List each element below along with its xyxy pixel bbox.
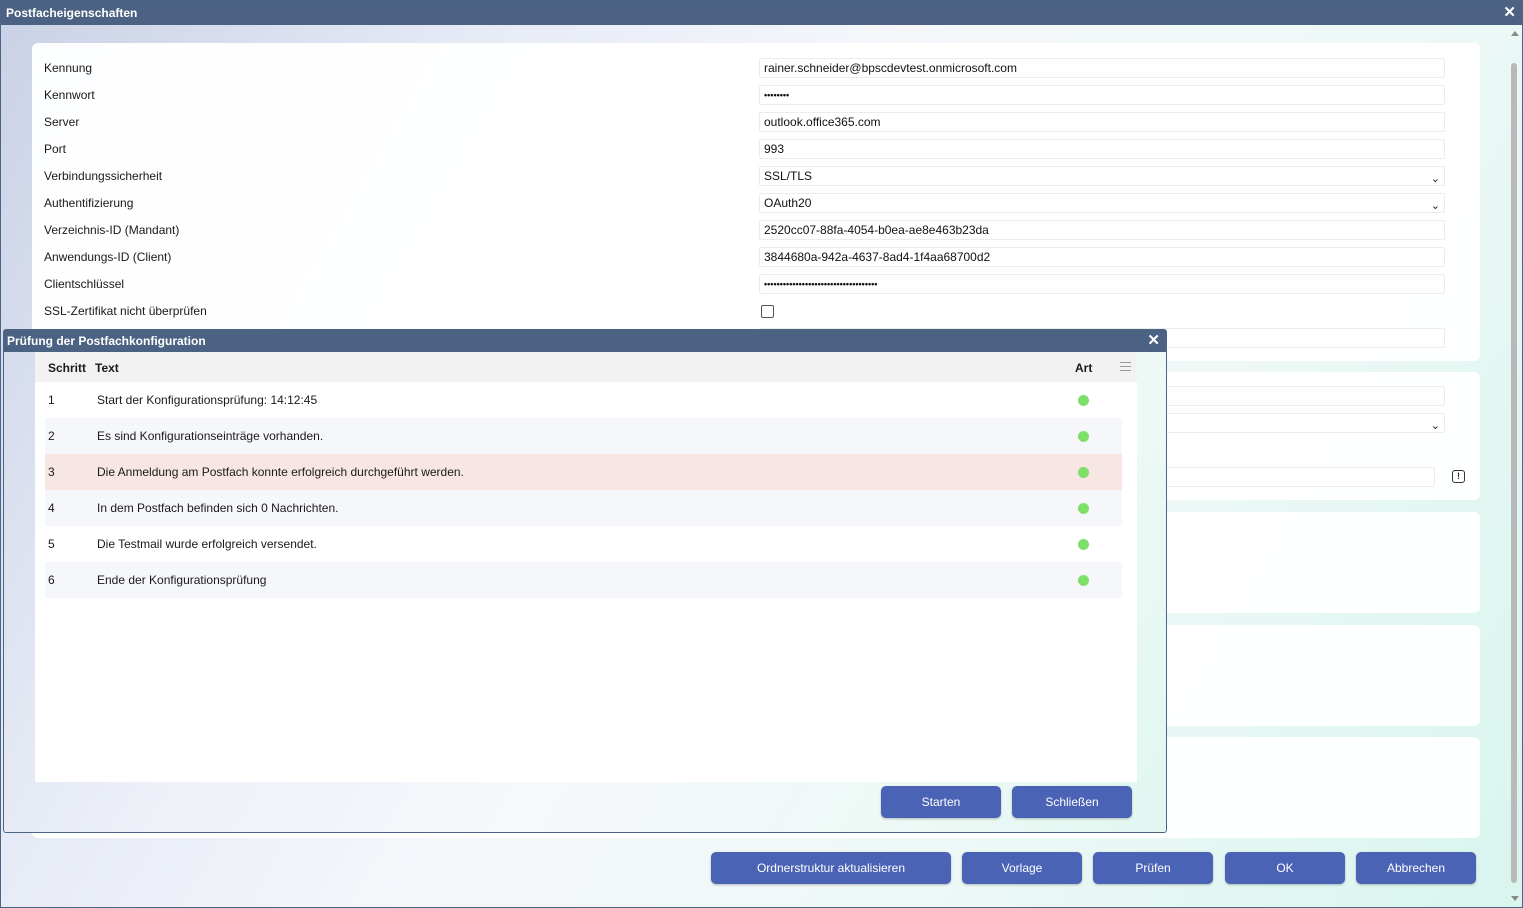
status-ok-icon: [1078, 503, 1089, 514]
table-row[interactable]: 2 Es sind Konfigurationseinträge vorhand…: [45, 418, 1122, 454]
ok-button[interactable]: OK: [1225, 852, 1345, 884]
password-input[interactable]: ••••••••: [759, 85, 1445, 105]
column-type[interactable]: Art: [1075, 361, 1092, 375]
label-client-id: Anwendungs-ID (Client): [44, 250, 172, 264]
column-menu-icon[interactable]: [1120, 362, 1131, 371]
client-secret-input[interactable]: ••••••••••••••••••••••••••••••••••••: [759, 274, 1445, 294]
window-titlebar: Postfacheigenschaften ✕: [1, 1, 1522, 25]
connection-security-select[interactable]: SSL/TLS ⌄: [759, 166, 1445, 186]
chevron-down-icon: ⌄: [1430, 420, 1440, 432]
column-text[interactable]: Text: [95, 361, 119, 375]
table-row[interactable]: 4 In dem Postfach befinden sich 0 Nachri…: [45, 490, 1122, 526]
row-text: Die Anmeldung am Postfach konnte erfolgr…: [97, 465, 464, 479]
table-row[interactable]: 6 Ende der Konfigurationsprüfung: [45, 562, 1122, 598]
label-connection-security: Verbindungssicherheit: [44, 169, 163, 183]
client-id-input[interactable]: 3844680a-942a-4637-8ad4-1f4aa68700d2: [759, 247, 1445, 267]
label-kennwort: Kennwort: [44, 88, 95, 102]
window-title: Postfacheigenschaften: [6, 6, 138, 20]
cancel-button[interactable]: Abbrechen: [1356, 852, 1476, 884]
status-ok-icon: [1078, 395, 1089, 406]
row-step: 3: [48, 465, 55, 479]
table-header: Schritt Text Art: [35, 352, 1137, 382]
row-text: Start der Konfigurationsprüfung: 14:12:4…: [97, 393, 318, 407]
row-step: 5: [48, 537, 55, 551]
authentication-select[interactable]: OAuth20 ⌄: [759, 193, 1445, 213]
chevron-down-icon: ⌄: [1430, 200, 1440, 212]
template-button[interactable]: Vorlage: [962, 852, 1082, 884]
scroll-up-icon[interactable]: [1511, 31, 1519, 36]
status-ok-icon: [1078, 539, 1089, 550]
kennung-input[interactable]: rainer.schneider@bpscdevtest.onmicrosoft…: [759, 58, 1445, 78]
authentication-value: OAuth20: [764, 196, 812, 210]
scroll-thumb[interactable]: [1511, 63, 1517, 883]
row-text: Die Testmail wurde erfolgreich versendet…: [97, 537, 317, 551]
config-check-dialog: Prüfung der Postfachkonfiguration ✕ Schr…: [3, 329, 1167, 833]
row-step: 2: [48, 429, 55, 443]
label-authentication: Authentifizierung: [44, 196, 134, 210]
check-results-table: Schritt Text Art 1 Start der Konfigurati…: [35, 352, 1137, 782]
label-server: Server: [44, 115, 80, 129]
status-ok-icon: [1078, 431, 1089, 442]
row-step: 6: [48, 573, 55, 587]
dialog-titlebar: Prüfung der Postfachkonfiguration ✕: [4, 330, 1166, 352]
row-text: Ende der Konfigurationsprüfung: [97, 573, 267, 587]
label-kennung: Kennung: [44, 61, 93, 75]
mailbox-properties-window: Postfacheigenschaften ✕ Kennung rainer.s…: [0, 0, 1523, 908]
column-step[interactable]: Schritt: [48, 361, 86, 375]
refresh-folders-button[interactable]: Ordnerstruktur aktualisieren: [711, 852, 951, 884]
check-button[interactable]: Prüfen: [1093, 852, 1213, 884]
vertical-scrollbar[interactable]: [1508, 27, 1520, 905]
table-row[interactable]: 5 Die Testmail wurde erfolgreich versend…: [45, 526, 1122, 562]
port-input[interactable]: 993: [759, 139, 1445, 159]
dialog-title: Prüfung der Postfachkonfiguration: [7, 334, 206, 348]
status-ok-icon: [1078, 575, 1089, 586]
close-icon[interactable]: ✕: [1503, 1, 1516, 25]
table-row-selected[interactable]: 3 Die Anmeldung am Postfach konnte erfol…: [45, 454, 1122, 490]
connection-security-value: SSL/TLS: [764, 169, 813, 183]
row-step: 4: [48, 501, 55, 515]
tenant-id-input[interactable]: 2520cc07-88fa-4054-b0ea-ae8e463b23da: [759, 220, 1445, 240]
table-row[interactable]: 1 Start der Konfigurationsprüfung: 14:12…: [45, 382, 1122, 418]
close-icon[interactable]: ✕: [1147, 330, 1160, 352]
label-ssl-skip-verify: SSL-Zertifikat nicht überprüfen: [44, 304, 207, 318]
start-button[interactable]: Starten: [881, 786, 1001, 818]
status-ok-icon: [1078, 467, 1089, 478]
label-tenant-id: Verzeichnis-ID (Mandant): [44, 223, 180, 237]
scroll-down-icon[interactable]: [1511, 896, 1519, 901]
row-text: In dem Postfach befinden sich 0 Nachrich…: [97, 501, 339, 515]
row-text: Es sind Konfigurationseinträge vorhanden…: [97, 429, 324, 443]
row-step: 1: [48, 393, 55, 407]
info-icon[interactable]: !: [1452, 470, 1465, 483]
label-client-secret: Clientschlüssel: [44, 277, 125, 291]
server-input[interactable]: outlook.office365.com: [759, 112, 1445, 132]
chevron-down-icon: ⌄: [1430, 173, 1440, 185]
dialog-close-button[interactable]: Schließen: [1012, 786, 1132, 818]
label-port: Port: [44, 142, 67, 156]
ssl-skip-verify-checkbox[interactable]: [761, 305, 774, 318]
